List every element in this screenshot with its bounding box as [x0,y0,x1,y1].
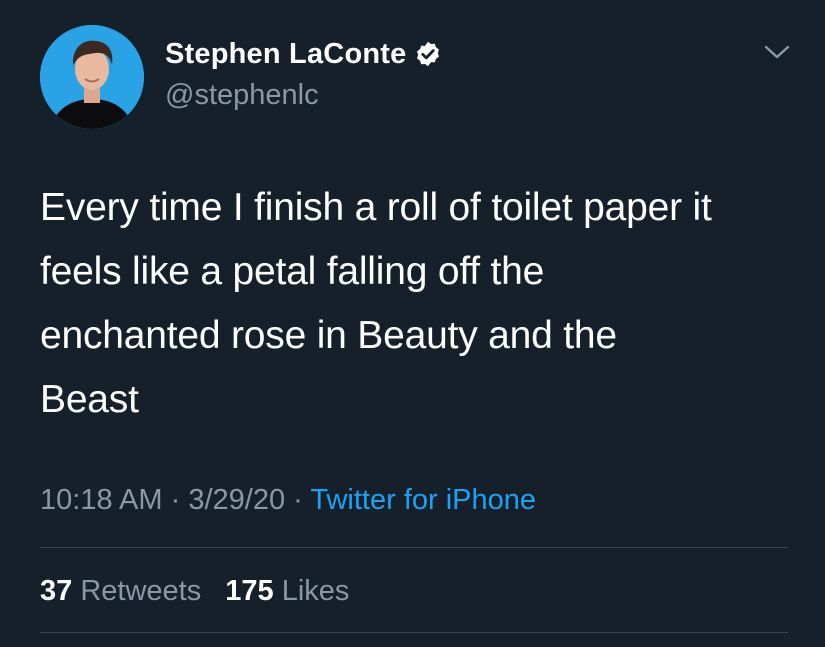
retweets-label: Retweets [80,575,202,607]
verified-badge-icon [414,40,442,68]
tweet-text-line: Beast [40,378,139,421]
tweet-stats: 37 Retweets 175 Likes [40,571,349,611]
display-name[interactable]: Stephen LaConte [165,36,406,72]
meta-separator: · [293,484,303,516]
tweet-text-line: enchanted rose in Beauty and the [40,314,617,357]
author-row: Stephen LaConte [165,36,442,72]
tweet-meta: 10:18 AM · 3/29/20 · Twitter for iPhone [40,480,536,520]
tweet-time[interactable]: 10:18 AM [40,484,163,516]
likes-stat[interactable]: 175 Likes [225,571,349,611]
tweet-date[interactable]: 3/29/20 [188,484,285,516]
retweets-count: 37 [40,575,73,607]
author-handle[interactable]: @stephenlc [165,78,319,112]
avatar[interactable] [40,25,144,129]
tweet-card: Stephen LaConte @stephenlc Every time I … [0,0,825,647]
retweets-stat[interactable]: 37 Retweets [40,571,201,611]
tweet-text-line: feels like a petal falling off the [40,250,545,293]
profile-photo-icon [40,25,144,129]
divider [40,547,788,548]
likes-label: Likes [281,575,350,607]
tweet-text-line: Every time I finish a roll of toilet pap… [40,186,712,229]
tweet-text: Every time I finish a roll of toilet pap… [40,176,800,432]
divider [40,632,788,633]
meta-separator: · [170,484,181,516]
likes-count: 175 [225,575,274,607]
chevron-down-icon[interactable] [762,40,792,64]
tweet-source-link[interactable]: Twitter for iPhone [310,484,536,516]
